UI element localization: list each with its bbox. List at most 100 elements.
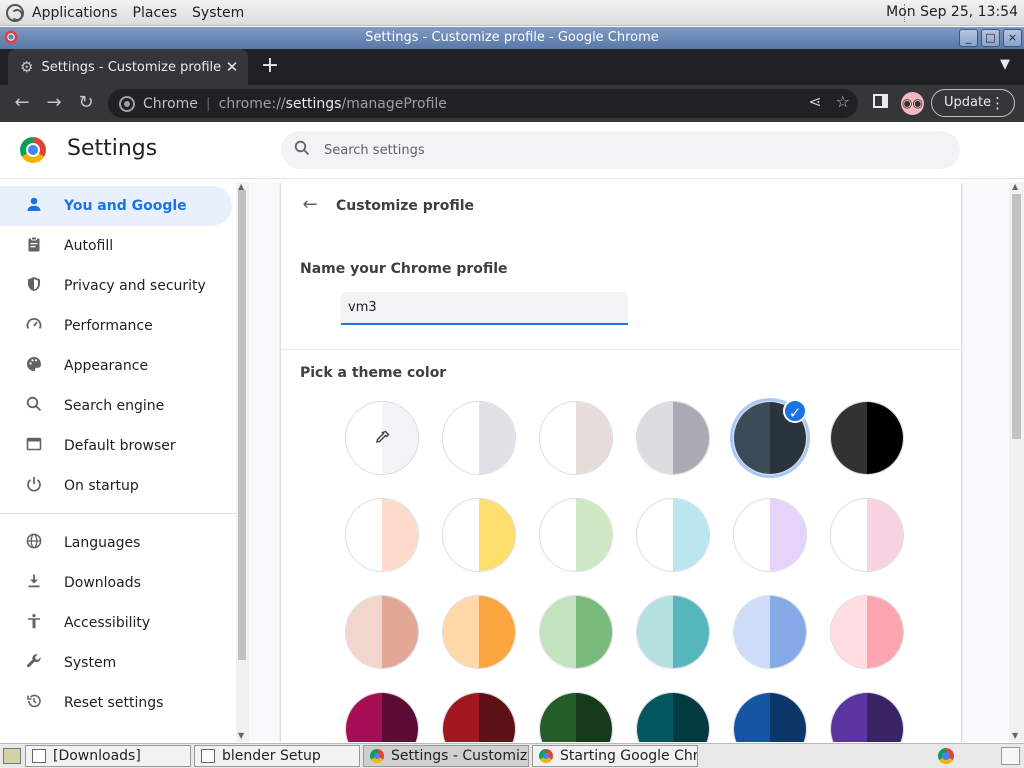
- theme-color-swatch[interactable]: [830, 692, 904, 742]
- folder-icon: [32, 749, 46, 763]
- scroll-down-arrow-icon[interactable]: ▼: [238, 731, 244, 740]
- search-settings-field[interactable]: Search settings: [281, 131, 960, 169]
- eyedropper-icon: [346, 402, 418, 474]
- back-button[interactable]: ←: [10, 91, 34, 115]
- reload-button[interactable]: ↻: [74, 91, 98, 115]
- clipboard-icon: [24, 236, 44, 256]
- sidebar-item-accessibility[interactable]: Accessibility: [0, 603, 232, 643]
- tab-search-chevron-icon[interactable]: ▼: [1000, 57, 1010, 72]
- theme-color-swatch[interactable]: [636, 692, 710, 742]
- page-title: Settings: [67, 136, 158, 161]
- theme-color-swatch[interactable]: [345, 692, 419, 742]
- sidebar-item-autofill[interactable]: Autofill: [0, 226, 232, 266]
- sidebar-item-label: Default browser: [64, 438, 176, 454]
- task-chrome-settings[interactable]: Settings - Customiz...: [363, 745, 529, 767]
- sidebar-divider: [0, 513, 236, 514]
- omnibox[interactable]: Chrome | chrome://settings/manageProfile…: [108, 89, 858, 118]
- kebab-menu-icon[interactable]: ⋮: [990, 90, 1005, 116]
- theme-color-swatch[interactable]: [442, 595, 516, 669]
- globe-icon: [24, 533, 44, 553]
- theme-color-swatch[interactable]: [539, 595, 613, 669]
- workspace-switcher[interactable]: [1001, 747, 1020, 765]
- share-icon[interactable]: ⋖: [808, 92, 821, 111]
- main-scrollbar-thumb[interactable]: [1012, 194, 1021, 439]
- system-menu[interactable]: System: [192, 5, 244, 21]
- theme-color-swatch[interactable]: [345, 498, 419, 572]
- profile-avatar[interactable]: ◉◉: [901, 92, 924, 115]
- settings-sidebar: You and Google Autofill Privacy and secu…: [0, 182, 236, 742]
- gnome-foot-icon[interactable]: [6, 3, 24, 22]
- history-icon: [24, 693, 44, 713]
- sidebar-item-appearance[interactable]: Appearance: [0, 346, 232, 386]
- theme-color-swatch[interactable]: [442, 401, 516, 475]
- update-label: Update: [944, 95, 992, 110]
- applications-menu[interactable]: Applications: [32, 5, 118, 21]
- forward-button[interactable]: →: [42, 91, 66, 115]
- sidebar-item-you-and-google[interactable]: You and Google: [0, 186, 232, 226]
- chrome-site-icon[interactable]: [119, 95, 135, 112]
- theme-color-swatch[interactable]: [733, 692, 807, 742]
- sidebar-item-privacy[interactable]: Privacy and security: [0, 266, 232, 306]
- sidebar-item-reset-settings[interactable]: Reset settings: [0, 683, 232, 723]
- theme-color-swatch[interactable]: [636, 401, 710, 475]
- scroll-down-arrow-icon[interactable]: ▼: [1012, 731, 1018, 740]
- theme-color-swatch[interactable]: [830, 401, 904, 475]
- sidebar-item-system[interactable]: System: [0, 643, 232, 683]
- sidebar-item-label: Reset settings: [64, 695, 164, 711]
- theme-color-swatch[interactable]: [539, 692, 613, 742]
- back-arrow-icon[interactable]: ←: [299, 194, 321, 215]
- sidebar-scrollbar-thumb[interactable]: [238, 190, 246, 660]
- theme-color-swatch[interactable]: [636, 595, 710, 669]
- update-button[interactable]: Update ⋮: [931, 89, 1015, 117]
- minimize-button[interactable]: _: [959, 29, 978, 47]
- sidebar-item-languages[interactable]: Languages: [0, 523, 232, 563]
- task-downloads[interactable]: [Downloads]: [25, 745, 191, 767]
- maximize-button[interactable]: □: [981, 29, 1000, 47]
- places-menu[interactable]: Places: [133, 5, 178, 21]
- sidebar-item-search-engine[interactable]: Search engine: [0, 386, 232, 426]
- theme-color-swatch[interactable]: [442, 692, 516, 742]
- close-tab-icon[interactable]: ✕: [222, 58, 242, 76]
- new-tab-button[interactable]: +: [258, 54, 282, 78]
- theme-color-swatch[interactable]: [539, 498, 613, 572]
- window-titlebar[interactable]: Settings - Customize profile - Google Ch…: [0, 27, 1024, 49]
- profile-name-label: Name your Chrome profile: [300, 261, 508, 277]
- palette-icon: [24, 356, 44, 376]
- card-divider: [281, 349, 961, 350]
- sidebar-item-label: On startup: [64, 478, 139, 494]
- sidebar-item-default-browser[interactable]: Default browser: [0, 426, 232, 466]
- tab-settings[interactable]: ⚙ Settings - Customize profile ✕: [8, 49, 248, 85]
- settings-header: Settings Search settings: [0, 122, 1024, 179]
- scroll-up-arrow-icon[interactable]: ▲: [1012, 182, 1018, 191]
- task-blender-setup[interactable]: blender Setup: [194, 745, 360, 767]
- tray-chrome-icon[interactable]: [938, 748, 954, 764]
- show-desktop-icon[interactable]: [3, 748, 21, 764]
- sidebar-item-downloads[interactable]: Downloads: [0, 563, 232, 603]
- theme-color-swatch[interactable]: [733, 498, 807, 572]
- close-window-button[interactable]: ×: [1003, 29, 1022, 47]
- theme-color-swatch[interactable]: [733, 595, 807, 669]
- theme-color-swatch[interactable]: [345, 595, 419, 669]
- task-label: [Downloads]: [53, 748, 141, 764]
- sidebar-scrollbar[interactable]: ▲ ▼: [236, 182, 249, 742]
- theme-color-swatch[interactable]: [830, 498, 904, 572]
- bookmark-star-icon[interactable]: ☆: [836, 92, 850, 111]
- main-scrollbar[interactable]: ▲ ▼: [1009, 182, 1024, 742]
- clock[interactable]: Mon Sep 25, 13:54: [886, 4, 1018, 20]
- custom-color-swatch[interactable]: [345, 401, 419, 475]
- browser-toolbar: ← → ↻ Chrome | chrome://settings/manageP…: [0, 85, 1024, 122]
- sidebar-item-performance[interactable]: Performance: [0, 306, 232, 346]
- profile-name-input[interactable]: [341, 292, 628, 325]
- sidebar-item-on-startup[interactable]: On startup: [0, 466, 232, 506]
- task-starting-chrome[interactable]: Starting Google Chr...: [532, 745, 698, 767]
- sidebar-item-label: Privacy and security: [64, 278, 206, 294]
- theme-color-swatch[interactable]: [636, 498, 710, 572]
- theme-color-swatch[interactable]: [830, 595, 904, 669]
- theme-color-swatch[interactable]: [442, 498, 516, 572]
- tab-title: Settings - Customize profile: [41, 59, 222, 75]
- wrench-icon: [24, 653, 44, 673]
- task-label: Settings - Customiz...: [391, 748, 529, 764]
- theme-color-swatch[interactable]: [539, 401, 613, 475]
- side-panel-icon[interactable]: [873, 94, 888, 108]
- url-path: /manageProfile: [341, 95, 447, 112]
